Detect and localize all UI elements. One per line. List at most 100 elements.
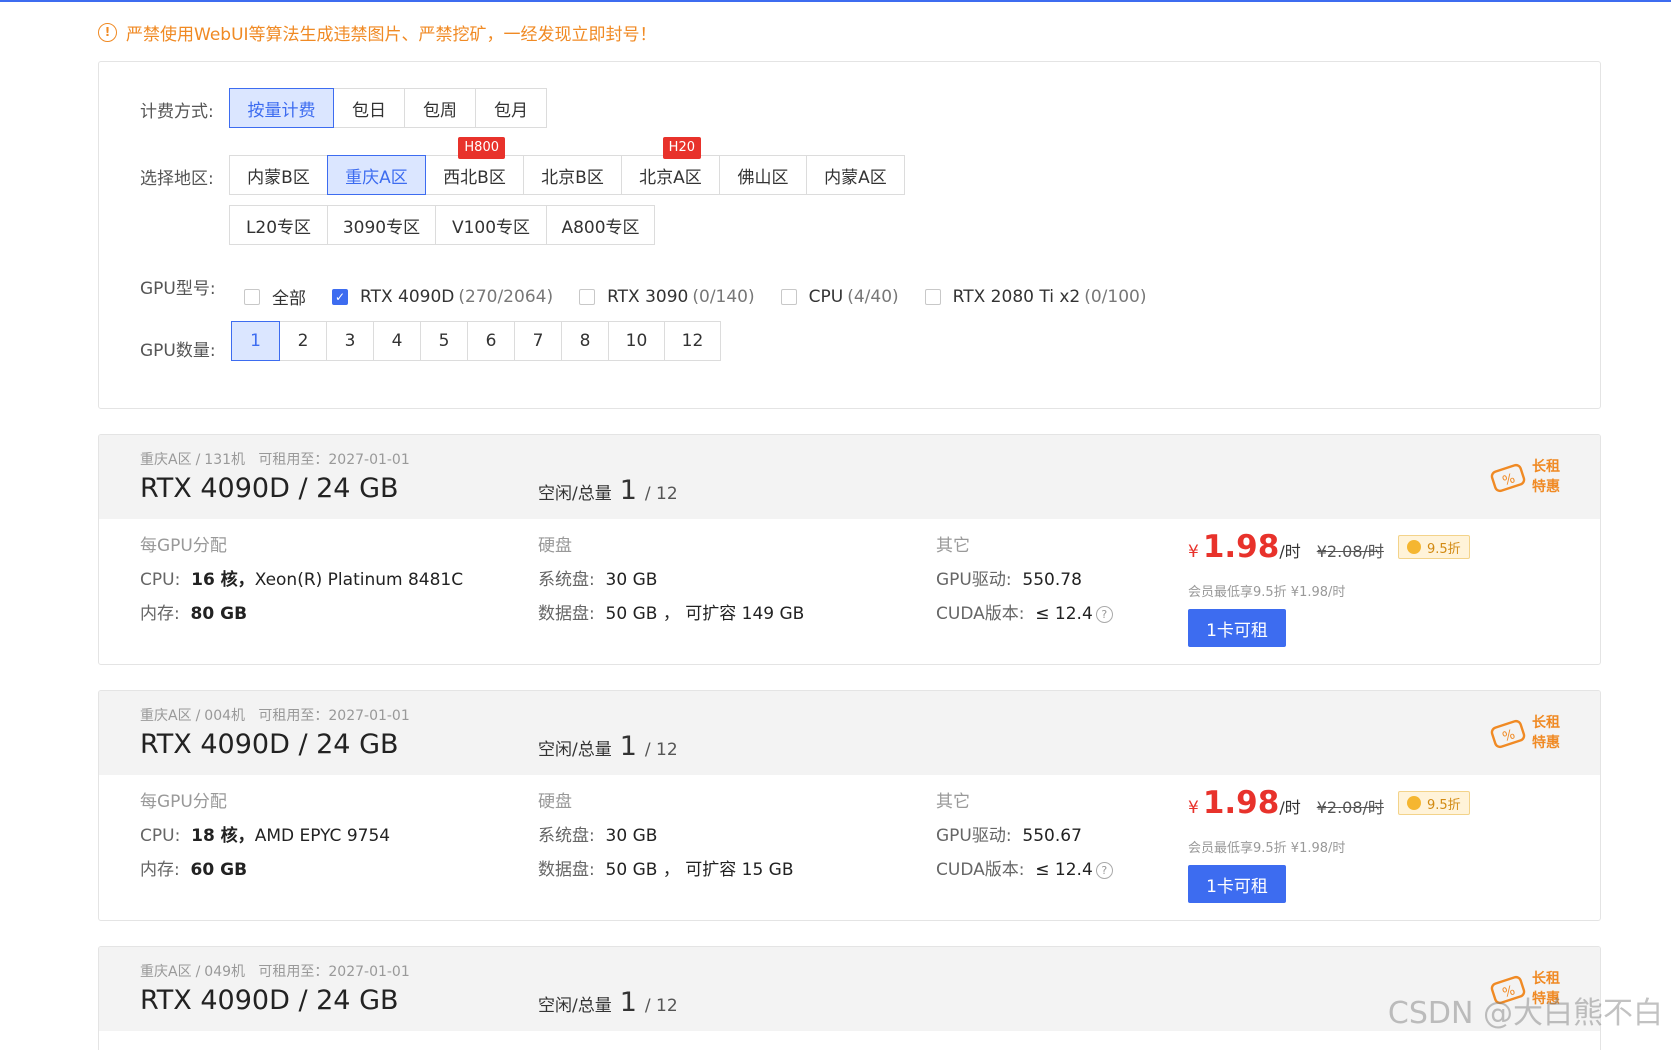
machine-title: RTX 4090D / 24 GB [140, 729, 399, 760]
member-price-note: 会员最低享9.5折 ¥1.98/时 [1188, 841, 1346, 856]
gpu-count-option[interactable]: 2 [279, 321, 327, 361]
checkbox-icon[interactable] [579, 288, 596, 305]
discount-ticket-icon: % [1490, 719, 1526, 749]
region-option[interactable]: 北京B区 [523, 155, 622, 195]
price: ¥1.98/时 ¥2.08/时 9.5折 [1188, 529, 1470, 565]
checkbox-checked-icon[interactable]: ✓ [332, 288, 348, 305]
gpu-count-option[interactable]: 12 [664, 321, 721, 361]
zone-option[interactable]: A800专区 [546, 205, 655, 245]
idle-total: 空闲/总量 1/ 12 [538, 731, 678, 762]
region-option[interactable]: 西北B区 H800 [425, 137, 524, 195]
cpu-spec: CPU: 16 核，Xeon(R) Platinum 8481C [140, 570, 464, 590]
billing-options: 按量计费 包日 包周 包月 [229, 88, 547, 128]
zone-option[interactable]: L20专区 [229, 205, 328, 245]
gpu-type-options: 全部 ✓ RTX 4090D (270/2064) RTX 3090 (0/140) … [244, 284, 1172, 309]
billing-option-pay-as-you-go[interactable]: 按量计费 [229, 88, 334, 128]
long-rent-promo: % 长租 特惠 [1490, 457, 1560, 497]
idle-total: 空闲/总量 1/ 12 [538, 987, 678, 1018]
discount-badge: 9.5折 [1397, 791, 1470, 815]
system-disk-spec: 系统盘: 30 GB [538, 570, 658, 590]
machine-card-header: 重庆A区/131机 可租用至：2027-01-01 RTX 4090D / 24… [99, 435, 1600, 519]
gpu-count-options: 1 2 3 4 5 6 7 8 10 12 [231, 321, 721, 361]
member-price-note: 会员最低享9.5折 ¥1.98/时 [1188, 585, 1346, 600]
region-options-row2: L20专区 3090专区 V100专区 A800专区 [229, 205, 655, 245]
region-option[interactable]: 内蒙A区 [806, 155, 905, 195]
machine-card-header: 重庆A区/049机 可租用至：2027-01-01 RTX 4090D / 24… [99, 947, 1600, 1031]
machine-card-header: 重庆A区/004机 可租用至：2027-01-01 RTX 4090D / 24… [99, 691, 1600, 775]
region-label: 选择地区: [140, 169, 214, 189]
system-disk-spec: 系统盘: 30 GB [538, 826, 658, 846]
long-rent-promo: % 长租 特惠 [1490, 713, 1560, 753]
gpu-type-option-3090[interactable]: RTX 3090 (0/140) [579, 287, 755, 307]
watermark: CSDN @大白熊不白 [1387, 996, 1663, 1031]
gpu-type-label: GPU型号: [140, 279, 216, 299]
memory-spec: 内存: 80 GB [140, 604, 248, 624]
gpu-count-option[interactable]: 4 [373, 321, 421, 361]
coin-icon [1406, 796, 1421, 810]
price: ¥1.98/时 ¥2.08/时 9.5折 [1188, 785, 1470, 821]
billing-option-monthly[interactable]: 包月 [475, 88, 547, 128]
billing-option-weekly[interactable]: 包周 [404, 88, 476, 128]
discount-ticket-icon: % [1490, 463, 1526, 493]
gpu-type-option-2080ti[interactable]: RTX 2080 Ti x2 (0/100) [924, 287, 1146, 307]
machine-meta: 重庆A区/004机 可租用至：2027-01-01 [140, 708, 410, 724]
machine-meta: 重庆A区/049机 可租用至：2027-01-01 [140, 964, 410, 980]
col-header-per-gpu: 每GPU分配 [140, 792, 227, 812]
rent-button[interactable]: 1卡可租 [1188, 865, 1286, 903]
gpu-count-option[interactable]: 7 [514, 321, 562, 361]
warning-notice: ! 严禁使用WebUI等算法生成违禁图片、严禁挖矿，一经发现立即封号！ [98, 20, 657, 45]
gpu-count-label: GPU数量: [140, 341, 216, 361]
region-option-selected[interactable]: 重庆A区 [327, 155, 426, 195]
col-header-disk: 硬盘 [538, 536, 572, 556]
zone-option[interactable]: V100专区 [435, 205, 547, 245]
cuda-version-spec: CUDA版本: ≤ 12.4? [936, 855, 1113, 880]
warning-text: 严禁使用WebUI等算法生成违禁图片、严禁挖矿，一经发现立即封号！ [126, 24, 657, 45]
machine-card: 重庆A区/004机 可租用至：2027-01-01 RTX 4090D / 24… [98, 690, 1601, 921]
original-price: ¥2.08/时 [1316, 798, 1384, 817]
col-header-disk: 硬盘 [538, 792, 572, 812]
gpu-count-option[interactable]: 3 [326, 321, 374, 361]
gpu-driver-spec: GPU驱动: 550.67 [936, 826, 1082, 846]
region-option[interactable]: 北京A区 H20 [621, 137, 720, 195]
col-header-other: 其它 [936, 536, 970, 556]
rent-button[interactable]: 1卡可租 [1188, 609, 1286, 647]
warning-icon: ! [98, 22, 117, 42]
machine-title: RTX 4090D / 24 GB [140, 985, 399, 1016]
data-disk-spec: 数据盘: 50 GB ， 可扩容 15 GB [538, 860, 794, 880]
region-option[interactable]: 佛山区 [719, 155, 807, 195]
cuda-version-spec: CUDA版本: ≤ 12.4? [936, 599, 1113, 624]
gpu-count-option[interactable]: 6 [467, 321, 515, 361]
gpu-driver-spec: GPU驱动: 550.78 [936, 570, 1082, 590]
cpu-spec: CPU: 18 核，AMD EPYC 9754 [140, 826, 391, 846]
gpu-count-option[interactable]: 10 [608, 321, 665, 361]
gpu-type-option-all[interactable]: 全部 [244, 284, 306, 309]
machine-meta: 重庆A区/131机 可租用至：2027-01-01 [140, 452, 410, 468]
discount-badge: 9.5折 [1397, 535, 1470, 559]
billing-label: 计费方式: [140, 102, 214, 122]
region-option[interactable]: 内蒙B区 [229, 155, 328, 195]
coin-icon [1406, 540, 1421, 554]
gpu-count-option[interactable]: 5 [420, 321, 468, 361]
col-header-other: 其它 [936, 792, 970, 812]
machine-card: 重庆A区/049机 可租用至：2027-01-01 RTX 4090D / 24… [98, 946, 1601, 1050]
checkbox-icon[interactable] [244, 288, 260, 305]
help-icon[interactable]: ? [1095, 606, 1113, 623]
gpu-count-option-selected[interactable]: 1 [231, 321, 280, 361]
gpu-tag-badge: H20 [662, 137, 701, 159]
machine-card-body: 每GPU分配 硬盘 其它 CPU: 16 核，Xeon(R) Platinum … [99, 519, 1600, 664]
gpu-count-option[interactable]: 8 [561, 321, 609, 361]
help-icon[interactable]: ? [1095, 862, 1113, 879]
gpu-tag-badge: H800 [458, 137, 505, 159]
region-options-row1: 内蒙B区 重庆A区 西北B区 H800 北京B区 北京A区 H20 佛山区 内蒙A区 [229, 137, 905, 195]
checkbox-icon[interactable] [924, 288, 941, 305]
machine-title: RTX 4090D / 24 GB [140, 473, 399, 504]
checkbox-icon[interactable] [780, 288, 797, 305]
col-header-per-gpu: 每GPU分配 [140, 536, 227, 556]
gpu-type-option-4090d[interactable]: ✓ RTX 4090D (270/2064) [332, 287, 553, 307]
memory-spec: 内存: 60 GB [140, 860, 248, 880]
data-disk-spec: 数据盘: 50 GB ， 可扩容 149 GB [538, 604, 805, 624]
gpu-type-option-cpu[interactable]: CPU (4/40) [780, 287, 899, 307]
idle-total: 空闲/总量 1/ 12 [538, 475, 678, 506]
zone-option[interactable]: 3090专区 [327, 205, 436, 245]
billing-option-daily[interactable]: 包日 [333, 88, 405, 128]
